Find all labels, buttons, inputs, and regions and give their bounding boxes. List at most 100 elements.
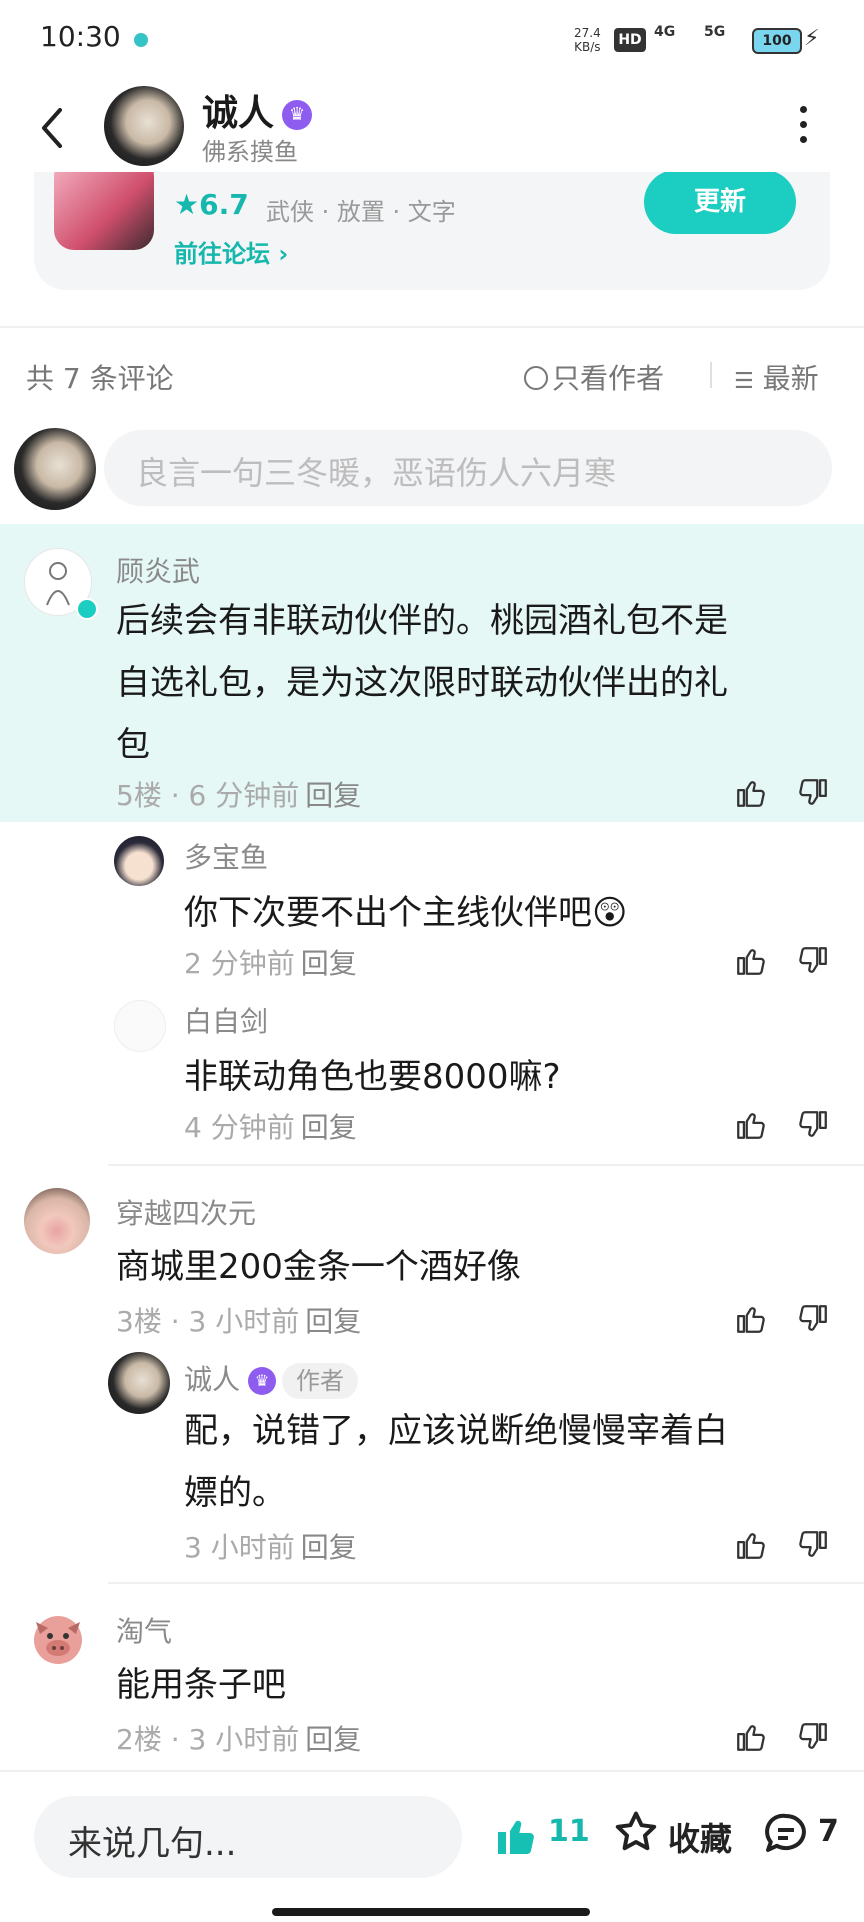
forum-link-label: 前往论坛 xyxy=(174,240,270,268)
pig-avatar-icon xyxy=(34,1616,82,1664)
reply-button[interactable]: 回复 xyxy=(301,1531,357,1564)
dislike-icon[interactable] xyxy=(796,776,830,810)
comment-username[interactable]: 顾炎武 xyxy=(116,550,200,590)
like-icon[interactable] xyxy=(734,1302,768,1336)
floor-number: 2楼 xyxy=(116,1723,162,1756)
user-avatar[interactable] xyxy=(114,1000,166,1052)
reply-button[interactable]: 回复 xyxy=(305,779,361,812)
bottom-action-bar: 来说几句... 11 收藏 7 xyxy=(0,1770,864,1922)
trophy-badge-icon: ♛ xyxy=(248,1367,277,1395)
reply-time: 4 分钟前 xyxy=(184,1111,295,1144)
floor-number: 5楼 xyxy=(116,779,162,812)
user-avatar[interactable] xyxy=(26,1606,90,1670)
charging-icon: ⚡ xyxy=(804,26,820,51)
author-name-text: 诚人 xyxy=(202,93,275,134)
chevron-right-icon: › xyxy=(278,240,289,268)
comment-text: 商城里200金条一个酒好像 xyxy=(116,1247,521,1287)
comment-time: 3 小时前 xyxy=(188,1723,300,1756)
surprised-emoji-icon: 😲 xyxy=(592,893,628,933)
more-options-icon[interactable] xyxy=(800,106,808,151)
back-arrow-icon[interactable] xyxy=(38,106,66,150)
forum-link[interactable]: 前往论坛 › xyxy=(174,234,288,269)
bottom-input-placeholder: 来说几句... xyxy=(68,1824,237,1864)
star-icon[interactable] xyxy=(612,1808,660,1856)
comment-meta: 5楼 · 6 分钟前 回复 xyxy=(116,779,362,812)
reply-time: 2 分钟前 xyxy=(184,947,295,980)
like-filled-icon[interactable] xyxy=(492,1812,540,1860)
status-bar: 10:30 27.4 KB/s HD 4G 5G 100 ⚡ xyxy=(0,0,864,80)
dislike-icon[interactable] xyxy=(796,944,830,978)
reply-button[interactable]: 回复 xyxy=(305,1305,361,1338)
comment-meta: 2楼 · 3 小时前 回复 xyxy=(116,1723,362,1756)
reply-meta: 3 小时前 回复 xyxy=(184,1526,357,1566)
like-icon[interactable] xyxy=(734,944,768,978)
game-tags: 武侠 · 放置 · 文字 xyxy=(266,198,456,226)
sort-icon: ☰ xyxy=(734,369,754,394)
reply-text: 配，说错了，应该说断绝慢慢宰着白 嫖的。 xyxy=(184,1400,728,1524)
comment-text-line: 包 xyxy=(116,725,150,765)
only-author-label: 只看作者 xyxy=(552,362,665,395)
user-avatar[interactable] xyxy=(24,1188,90,1254)
comment-input-placeholder: 良言一句三冬暖，恶语伤人六月寒 xyxy=(136,454,617,492)
rating-value: 6.7 xyxy=(199,188,249,221)
comment-icon[interactable] xyxy=(762,1810,810,1858)
radio-circle-icon xyxy=(524,366,548,390)
comment-count: 共 7 条评论 xyxy=(26,362,174,395)
reply-time: 3 小时前 xyxy=(184,1531,295,1564)
reply-meta: 2 分钟前 回复 xyxy=(184,942,357,982)
net-speed-unit: KB/s xyxy=(574,40,601,54)
favorite-label[interactable]: 收藏 xyxy=(668,1814,732,1860)
like-icon[interactable] xyxy=(734,1528,768,1562)
divider xyxy=(108,1164,864,1166)
reply-username[interactable]: 白自剑 xyxy=(184,1000,268,1040)
divider xyxy=(0,326,864,328)
user-avatar[interactable] xyxy=(114,836,164,886)
author-avatar[interactable] xyxy=(104,86,184,166)
my-avatar xyxy=(14,428,96,510)
reply-button[interactable]: 回复 xyxy=(301,1111,357,1144)
author-name[interactable]: 诚人 ♛ xyxy=(202,84,313,136)
dislike-icon[interactable] xyxy=(796,1302,830,1336)
net-speed-value: 27.4 xyxy=(574,26,601,40)
floor-number: 3楼 xyxy=(116,1305,162,1338)
comment-meta: 3楼 · 3 小时前 回复 xyxy=(116,1305,362,1338)
reply-text-line: 配，说错了，应该说断绝慢慢宰着白 xyxy=(184,1411,728,1451)
sort-toggle[interactable]: ☰ 最新 xyxy=(734,357,819,397)
like-icon[interactable] xyxy=(734,1720,768,1754)
author-tag: 作者 xyxy=(282,1363,359,1399)
verified-badge-icon xyxy=(76,598,98,620)
reply-text: 你下次要不出个主线伙伴吧😲 xyxy=(184,882,627,944)
like-icon[interactable] xyxy=(734,1108,768,1142)
reply-button[interactable]: 回复 xyxy=(301,947,357,980)
comment-text-line: 后续会有非联动伙伴的。桃园酒礼包不是 xyxy=(116,601,728,641)
notification-dot-icon xyxy=(134,33,148,47)
comment-input[interactable]: 良言一句三冬暖，恶语伤人六月寒 xyxy=(104,430,832,506)
comment-username[interactable]: 淘气 xyxy=(116,1610,172,1650)
bottom-comment-input[interactable]: 来说几句... xyxy=(34,1796,462,1878)
reply-username[interactable]: 诚人 ♛ 作者 xyxy=(184,1358,359,1399)
divider xyxy=(108,1582,864,1584)
comment-total: 7 xyxy=(818,1814,839,1849)
top-header: 诚人 ♛ 佛系摸鱼 xyxy=(0,80,864,172)
game-rating: ★6.7 xyxy=(174,188,249,221)
reply-username[interactable]: 多宝鱼 xyxy=(184,836,268,876)
comment-text: 能用条子吧 xyxy=(116,1665,286,1705)
signal-5g-icon: 5G xyxy=(704,24,726,40)
comment-time: 3 小时前 xyxy=(188,1305,300,1338)
update-button[interactable]: 更新 xyxy=(644,170,796,234)
signal-4g-icon: 4G xyxy=(654,24,676,40)
comment-username[interactable]: 穿越四次元 xyxy=(116,1192,256,1232)
reply-meta: 4 分钟前 回复 xyxy=(184,1106,357,1146)
like-icon[interactable] xyxy=(734,776,768,810)
dislike-icon[interactable] xyxy=(796,1108,830,1142)
only-author-toggle[interactable]: 只看作者 xyxy=(524,357,664,397)
dislike-icon[interactable] xyxy=(796,1528,830,1562)
home-indicator[interactable] xyxy=(272,1908,590,1916)
dislike-icon[interactable] xyxy=(796,1720,830,1754)
trophy-badge-icon: ♛ xyxy=(282,100,313,130)
reply-button[interactable]: 回复 xyxy=(305,1723,361,1756)
like-count: 11 xyxy=(548,1814,590,1849)
comment-time: 6 分钟前 xyxy=(188,779,300,812)
author-signature: 佛系摸鱼 xyxy=(202,138,298,166)
user-avatar[interactable] xyxy=(108,1352,170,1414)
